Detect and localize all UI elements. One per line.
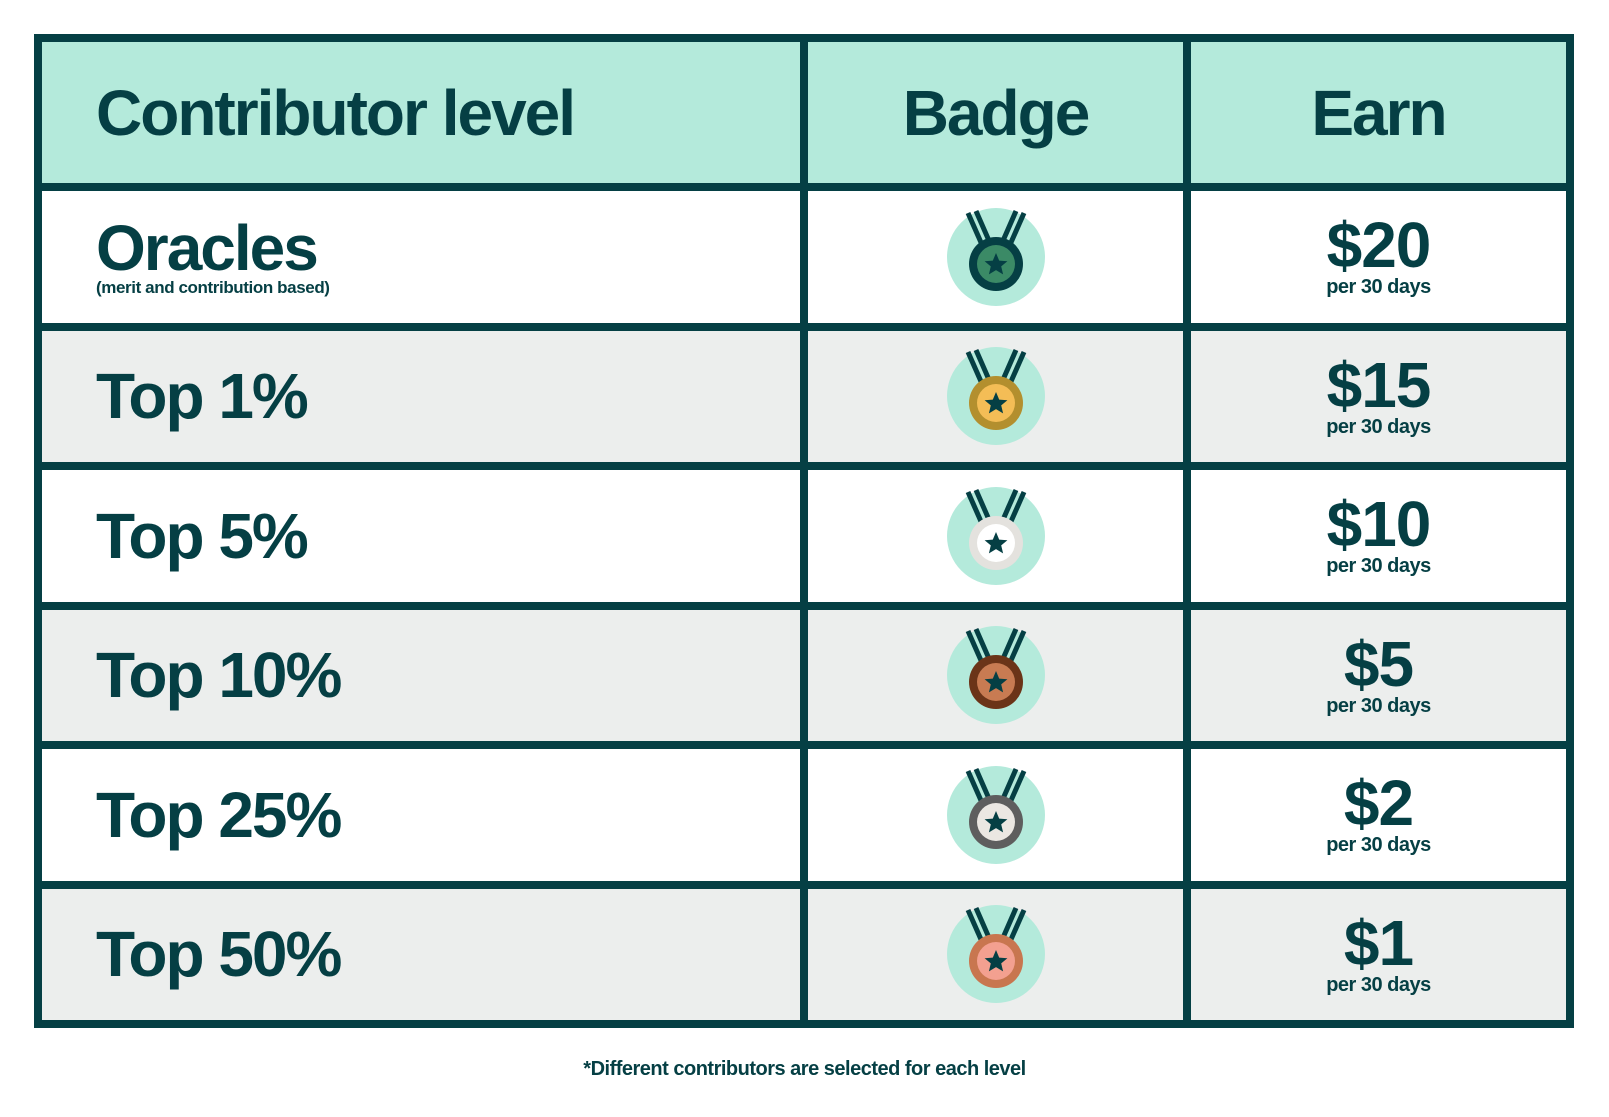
rose-medal-icon [946, 905, 1045, 1004]
badge-cell [808, 191, 1183, 323]
badge-cell [808, 749, 1183, 881]
badge-cell [808, 330, 1183, 462]
level-name: Oracles [96, 211, 319, 284]
level-cell: Oracles (merit and contribution based) [42, 191, 800, 323]
level-name: Top 10% [96, 639, 342, 712]
gold-medal-icon [946, 347, 1045, 446]
level-cell: Top 1% [42, 330, 800, 462]
earn-amount: $1 [1343, 906, 1414, 979]
level-sublabel: (merit and contribution based) [96, 277, 330, 297]
earn-period: per 30 days [1326, 973, 1431, 996]
bronze-medal-icon [946, 626, 1045, 725]
level-cell: Top 50% [42, 888, 800, 1020]
level-cell: Top 5% [42, 470, 800, 602]
level-cell: Top 10% [42, 609, 800, 741]
earn-period: per 30 days [1326, 834, 1431, 857]
level-name: Top 25% [96, 778, 342, 851]
earn-cell: $15 per 30 days [1191, 330, 1566, 462]
level-cell: Top 25% [42, 749, 800, 881]
rewards-table: Contributor level Badge Earn Oracles (mer… [34, 34, 1574, 1028]
earn-period: per 30 days [1326, 276, 1431, 299]
header-contributor-level: Contributor level [42, 42, 800, 183]
gray-medal-icon [946, 765, 1045, 864]
earn-amount: $2 [1343, 767, 1414, 840]
earn-cell: $5 per 30 days [1191, 609, 1566, 741]
earn-cell: $10 per 30 days [1191, 470, 1566, 602]
oracle-medal-icon [946, 207, 1045, 306]
footnote: *Different contributors are selected for… [583, 1058, 1026, 1080]
earn-amount: $5 [1343, 627, 1414, 700]
header-badge: Badge [808, 42, 1183, 183]
earn-amount: $15 [1326, 348, 1432, 421]
earn-period: per 30 days [1326, 415, 1431, 438]
badge-cell [808, 888, 1183, 1020]
badge-cell [808, 609, 1183, 741]
earn-cell: $2 per 30 days [1191, 749, 1566, 881]
earn-period: per 30 days [1326, 694, 1431, 717]
level-name: Top 1% [96, 360, 309, 433]
header-earn: Earn [1191, 42, 1566, 183]
badge-cell [808, 470, 1183, 602]
earn-cell: $20 per 30 days [1191, 191, 1566, 323]
earn-amount: $20 [1326, 209, 1432, 282]
silver-medal-icon [946, 486, 1045, 585]
earn-period: per 30 days [1326, 555, 1431, 578]
level-name: Top 50% [96, 918, 342, 991]
earn-cell: $1 per 30 days [1191, 888, 1566, 1020]
earn-amount: $10 [1326, 488, 1432, 561]
level-name: Top 5% [96, 499, 309, 572]
